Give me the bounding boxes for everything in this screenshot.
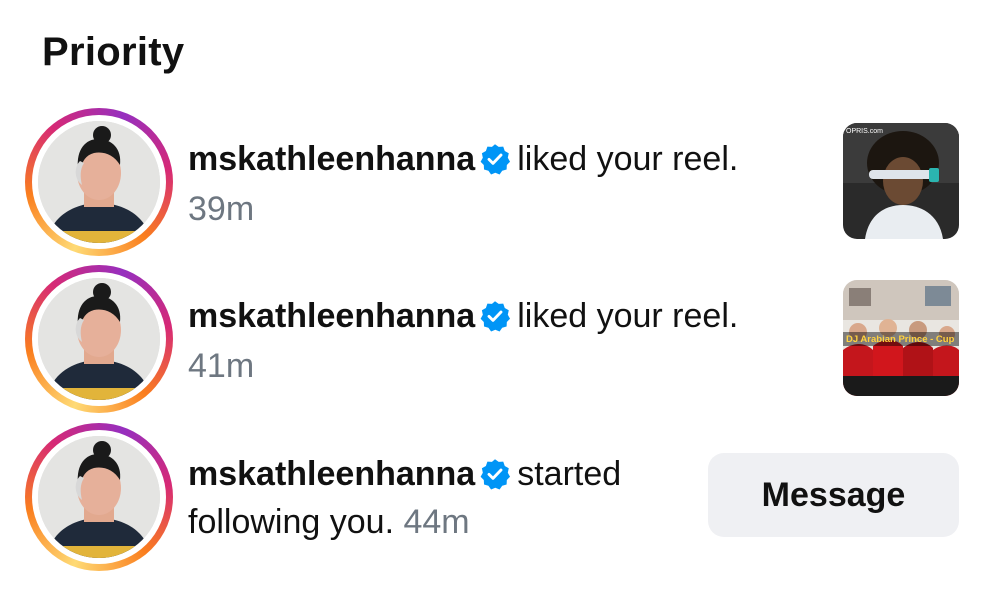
verified-badge-icon (480, 301, 511, 332)
thumbnail-watermark: OPRIS.com (846, 128, 883, 135)
notification-item[interactable]: mskathleenhanna liked your reel. 39m OPRI… (0, 105, 1000, 256)
thumbnail-caption: DJ Arabian Prince - Cup (846, 334, 955, 345)
notification-item[interactable]: mskathleenhanna started following you. 44… (0, 420, 1000, 571)
username-link[interactable]: mskathleenhanna (188, 455, 475, 493)
message-button[interactable]: Message (708, 453, 959, 537)
story-ring[interactable] (25, 423, 173, 571)
verified-badge-icon (480, 459, 511, 490)
username-link[interactable]: mskathleenhanna (188, 140, 475, 178)
reel-thumbnail[interactable]: OPRIS.com (843, 123, 959, 239)
notification-item[interactable]: mskathleenhanna liked your reel. 41m DJ A… (0, 262, 1000, 413)
avatar[interactable] (38, 278, 160, 400)
timestamp: 41m (188, 347, 255, 385)
reel-thumbnail[interactable]: DJ Arabian Prince - Cup (843, 280, 959, 396)
timestamp: 39m (188, 190, 255, 228)
notification-action: liked your reel. (517, 140, 739, 178)
section-title: Priority (42, 30, 185, 74)
verified-badge-icon (480, 144, 511, 175)
username-link[interactable]: mskathleenhanna (188, 297, 475, 335)
avatar[interactable] (38, 436, 160, 558)
story-ring[interactable] (25, 108, 173, 256)
notification-action: liked your reel. (517, 297, 739, 335)
timestamp: 44m (403, 503, 470, 541)
avatar[interactable] (38, 121, 160, 243)
story-ring[interactable] (25, 265, 173, 413)
